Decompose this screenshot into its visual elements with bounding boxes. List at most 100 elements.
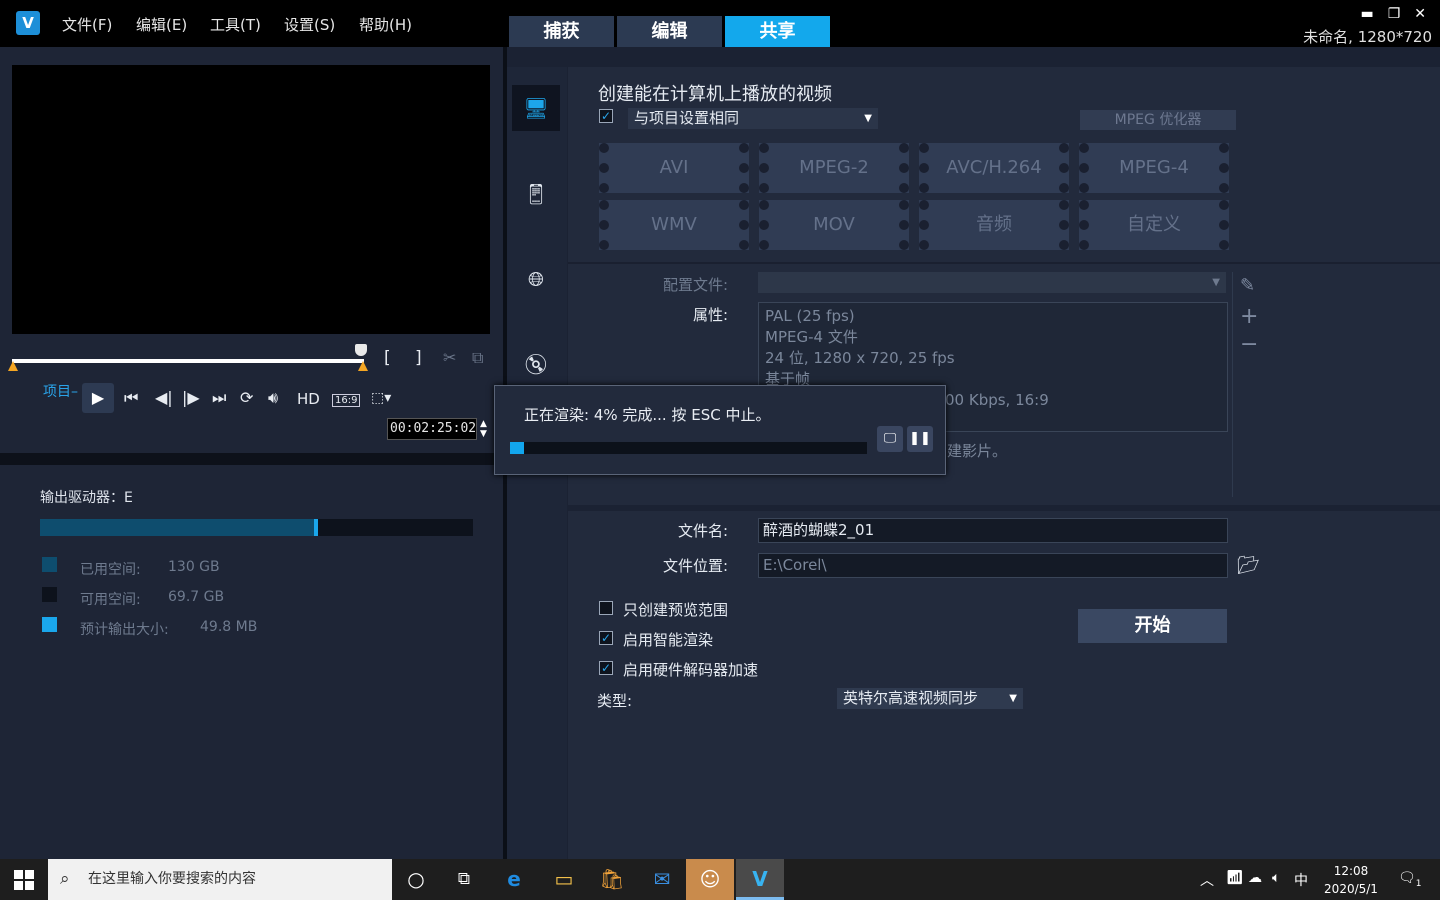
aspect-ratio-toggle[interactable]: 16:9 bbox=[332, 394, 361, 407]
drive-estimate-fill bbox=[314, 519, 318, 536]
menu-help[interactable]: 帮助(H) bbox=[359, 14, 412, 35]
scissors-icon[interactable]: ✂ bbox=[443, 348, 456, 367]
preset-dropdown[interactable]: 与项目设置相同 ▼ bbox=[628, 108, 878, 129]
menu-tools[interactable]: 工具(T) bbox=[210, 14, 261, 35]
add-icon[interactable]: + bbox=[1240, 304, 1258, 329]
pause-icon[interactable]: ❚❚ bbox=[907, 426, 933, 452]
mark-out-icon[interactable]: ] bbox=[415, 348, 422, 368]
format-wmv-button[interactable]: WMV bbox=[599, 200, 749, 250]
clock-date: 2020/5/1 bbox=[1324, 882, 1378, 896]
videostudio-taskbar-icon[interactable]: V bbox=[736, 859, 784, 900]
repeat-icon[interactable]: ⟳ bbox=[240, 388, 253, 407]
play-button[interactable]: ▶ bbox=[82, 383, 114, 413]
device-icon[interactable]: 📱︎ bbox=[512, 171, 560, 217]
ime-indicator[interactable]: 中 bbox=[1294, 870, 1308, 890]
tab-share[interactable]: 共享 bbox=[725, 16, 830, 47]
speaker-icon[interactable]: 🔈︎ bbox=[1272, 870, 1280, 886]
search-icon: ⌕ bbox=[60, 869, 70, 889]
menu-edit[interactable]: 编辑(E) bbox=[136, 14, 187, 35]
type-dropdown[interactable]: 英特尔高速视频同步 ▼ bbox=[837, 688, 1023, 709]
legend-free-value: 69.7 GB bbox=[168, 589, 225, 605]
profile-dropdown[interactable]: ▼ bbox=[758, 272, 1226, 293]
cortana-icon[interactable]: ○ bbox=[392, 859, 440, 900]
mark-in-icon[interactable]: [ bbox=[384, 348, 391, 368]
location-field[interactable]: E:\Corel\ bbox=[758, 553, 1228, 578]
preview-window bbox=[12, 65, 490, 334]
edit-pencil-icon[interactable]: ✎ bbox=[1240, 275, 1255, 296]
profile-label: 配置文件: bbox=[662, 276, 728, 294]
menu-file[interactable]: 文件(F) bbox=[62, 14, 112, 35]
menu-settings[interactable]: 设置(S) bbox=[284, 14, 335, 35]
legend-used-value: 130 GB bbox=[168, 559, 220, 575]
trim-end-marker[interactable] bbox=[358, 361, 368, 371]
app-avatar-icon[interactable]: ☺ bbox=[686, 859, 734, 900]
start-button[interactable]: 开始 bbox=[1078, 609, 1227, 643]
minimize-icon[interactable]: ▬ bbox=[1360, 6, 1373, 22]
file-explorer-icon[interactable]: ▭ bbox=[540, 859, 588, 900]
preview-range-checkbox[interactable] bbox=[599, 601, 613, 615]
skip-end-icon[interactable]: ⏭ bbox=[212, 388, 226, 408]
windows-start-icon[interactable] bbox=[14, 870, 34, 890]
restore-icon[interactable]: ❐ bbox=[1388, 6, 1401, 22]
trim-start-marker[interactable] bbox=[8, 361, 18, 371]
location-label: 文件位置: bbox=[662, 557, 728, 575]
legend-estimate-value: 49.8 MB bbox=[200, 619, 258, 635]
scrub-track[interactable] bbox=[12, 359, 364, 363]
next-frame-icon[interactable]: |▶ bbox=[182, 388, 200, 407]
filename-field[interactable]: 醉酒的蝴蝶2_01 bbox=[758, 518, 1228, 543]
smart-render-label: 启用智能渲染 bbox=[623, 631, 714, 649]
network-icon[interactable]: 📶︎ bbox=[1226, 870, 1244, 886]
smart-render-checkbox[interactable]: ✓ bbox=[599, 631, 613, 645]
tray-expand-icon[interactable]: ︿ bbox=[1200, 870, 1214, 890]
mail-icon[interactable]: ✉ bbox=[638, 859, 686, 900]
type-label: 类型: bbox=[597, 692, 633, 710]
property-line: 24 位, 1280 x 720, 25 fps bbox=[765, 349, 955, 367]
prev-frame-icon[interactable]: ◀| bbox=[155, 388, 173, 407]
volume-icon[interactable]: 🔊︎ bbox=[268, 388, 278, 408]
hw-decoder-checkbox[interactable]: ✓ bbox=[599, 661, 613, 675]
preview-toggle-icon[interactable]: 🖵︎ bbox=[877, 426, 903, 452]
system-clock[interactable]: 12:08 2020/5/1 bbox=[1322, 862, 1380, 898]
browse-folder-icon[interactable]: 📂︎ bbox=[1237, 555, 1260, 576]
properties-label: 属性: bbox=[692, 306, 728, 324]
hint-text: 建影片。 bbox=[947, 442, 1008, 460]
format-avc-button[interactable]: AVC/H.264 bbox=[919, 143, 1069, 193]
format-mpeg2-button[interactable]: MPEG-2 bbox=[759, 143, 909, 193]
preview-range-label: 只创建预览范围 bbox=[623, 601, 729, 619]
project-mode-label[interactable]: 项目– bbox=[43, 381, 78, 401]
tab-capture[interactable]: 捕获 bbox=[509, 16, 614, 47]
format-mpeg4-button[interactable]: MPEG-4 bbox=[1079, 143, 1229, 193]
property-line: PAL (25 fps) bbox=[765, 307, 855, 325]
format-custom-button[interactable]: 自定义 bbox=[1079, 200, 1229, 250]
format-audio-button[interactable]: 音频 bbox=[919, 200, 1069, 250]
tab-edit[interactable]: 编辑 bbox=[617, 16, 722, 47]
computer-icon[interactable]: 🖥︎ bbox=[512, 85, 560, 131]
same-as-project-checkbox[interactable]: ✓ bbox=[599, 109, 613, 123]
timecode-stepper[interactable]: ▲ ▼ bbox=[480, 419, 487, 439]
crop-icon[interactable]: ⬚▾ bbox=[371, 390, 391, 406]
close-icon[interactable]: ✕ bbox=[1414, 6, 1426, 22]
chevron-down-icon: ▼ bbox=[1212, 277, 1220, 288]
store-icon[interactable]: 🛍︎ bbox=[588, 859, 636, 900]
skip-start-icon[interactable]: ⏮ bbox=[124, 388, 138, 408]
disc-icon[interactable]: 💿︎ bbox=[512, 341, 560, 387]
format-avi-button[interactable]: AVI bbox=[599, 143, 749, 193]
timecode-display[interactable]: 00:02:25:02 bbox=[387, 418, 477, 440]
edge-browser-icon[interactable]: e bbox=[490, 859, 538, 900]
app-logo: V bbox=[16, 11, 40, 35]
task-view-icon[interactable]: ⧉ bbox=[440, 859, 488, 900]
taskbar-search-box[interactable]: ⌕ 在这里输入你要搜索的内容 bbox=[48, 859, 392, 900]
enlarge-icon[interactable]: ⧉ bbox=[472, 348, 483, 368]
chevron-down-icon: ▼ bbox=[1009, 693, 1017, 704]
scrub-handle[interactable] bbox=[355, 344, 367, 356]
notification-center-icon[interactable]: 🗨︎1 bbox=[1398, 870, 1422, 889]
render-status-text: 正在渲染: 4% 完成... 按 ESC 中止。 bbox=[524, 406, 771, 424]
mpeg-optimizer-button[interactable]: MPEG 优化器 bbox=[1080, 110, 1236, 130]
notification-count: 1 bbox=[1415, 878, 1422, 889]
hd-toggle[interactable]: HD bbox=[297, 390, 320, 408]
format-mov-button[interactable]: MOV bbox=[759, 200, 909, 250]
legend-estimate-label: 预计输出大小: bbox=[80, 622, 169, 638]
remove-icon[interactable]: − bbox=[1240, 332, 1258, 357]
onedrive-cloud-icon[interactable]: ☁ bbox=[1248, 870, 1262, 886]
web-globe-icon[interactable]: 🌐︎ bbox=[512, 256, 560, 302]
